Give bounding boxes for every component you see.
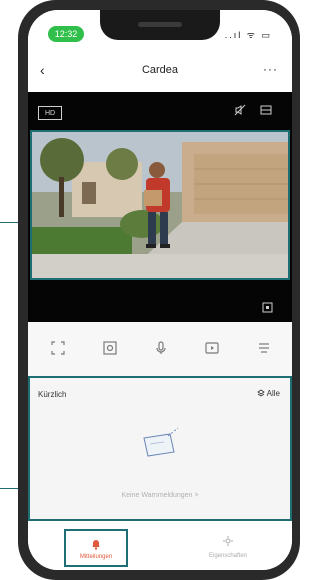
camera-toolbar [28,322,292,378]
screenshot-icon[interactable] [100,340,120,360]
events-all-label: Alle [266,389,280,398]
tab-properties[interactable]: Eigenschaften [196,535,260,559]
tab-properties-label: Eigenschaften [208,553,248,559]
events-label: Kürzlich [38,390,67,399]
tab-notifications-label: Mitteilungen [79,554,113,560]
bell-icon [66,538,126,552]
camera-feed-image [32,132,288,278]
live-video-area: HD [28,92,292,322]
page-title: Cardea [141,64,179,76]
empty-state-text[interactable]: Keine Warnmeldungen > [30,492,290,499]
phone-screen: 12:32 ..ıl ᯤ ▭ ‹ Cardea ··· HD Kürzlich … [28,10,292,570]
empty-state-icon [143,427,179,457]
layers-icon [257,389,265,397]
fullscreen-icon[interactable] [262,302,273,316]
snapshot-icon[interactable] [260,104,272,119]
events-all-filter[interactable]: Alle [257,389,280,398]
expand-icon[interactable] [48,340,68,360]
tab-bar: Mitteilungen Eigenschaften [28,521,292,570]
settings-icon [196,535,260,549]
camera-feed[interactable] [30,130,290,280]
more-icon[interactable]: ··· [263,62,278,76]
microphone-icon[interactable] [151,340,171,360]
tab-notifications[interactable]: Mitteilungen [64,529,128,567]
record-icon[interactable] [202,340,222,360]
recent-events-panel: Kürzlich Alle Keine Warnmeldungen > [28,376,292,521]
navigation-bar: ‹ Cardea ··· [28,50,292,90]
mute-icon[interactable] [234,104,246,119]
system-icons: ..ıl ᯤ ▭ [224,30,272,40]
status-time: 12:32 [48,26,84,42]
notch [100,10,220,40]
hd-quality-button[interactable]: HD [38,106,62,120]
status-bar: 12:32 ..ıl ᯤ ▭ [28,10,292,50]
menu-icon[interactable] [254,340,274,360]
